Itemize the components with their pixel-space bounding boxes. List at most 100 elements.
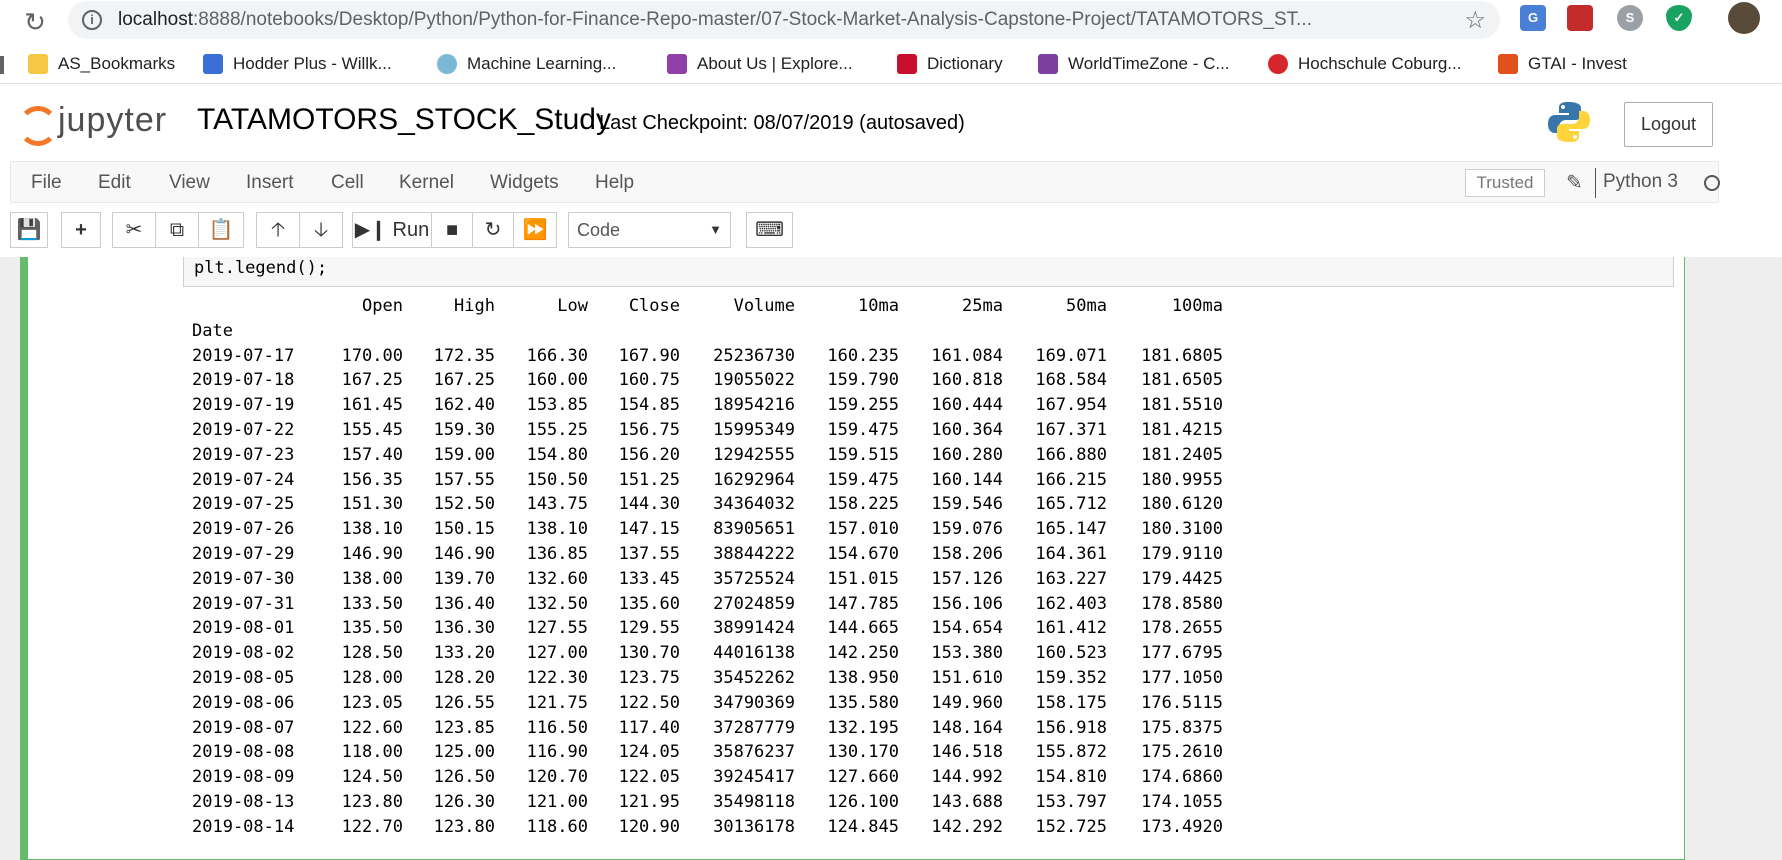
address-bar[interactable]: i localhost:8888/notebooks/Desktop/Pytho… [68, 1, 1500, 39]
bookmark-hochschule-coburg[interactable]: Hochschule Coburg... [1268, 52, 1461, 76]
bookmarks-overflow-edge [0, 56, 4, 74]
cell-type-select[interactable]: Code ▼ [568, 212, 731, 248]
table-row: 2019-08-08 118.00 125.00 116.90 124.05 358762… [192, 740, 1223, 765]
table-cell: 161.45 [341, 395, 403, 416]
google-translate-icon[interactable]: G [1520, 5, 1546, 31]
table-cell: 38844222 [713, 543, 795, 564]
table-cell: 149.960 [931, 692, 1003, 713]
table-cell: 160.818 [931, 370, 1003, 391]
book-extension-icon[interactable] [1567, 5, 1593, 31]
table-cell: 160.280 [931, 444, 1003, 465]
row-date: 2019-07-18 [192, 370, 295, 391]
hodder-icon [203, 54, 223, 74]
table-cell: 139.70 [433, 568, 495, 589]
edit-pencil-icon[interactable]: ✎ [1566, 170, 1583, 195]
logout-button[interactable]: Logout [1624, 102, 1713, 147]
table-cell: 124.50 [341, 767, 403, 788]
table-cell: 152.725 [1035, 816, 1107, 837]
trusted-indicator[interactable]: Trusted [1465, 169, 1545, 197]
gtai-icon [1498, 54, 1518, 74]
table-cell: 151.015 [827, 568, 899, 589]
save-button[interactable]: 💾 [10, 212, 48, 248]
menu-cell[interactable]: Cell [331, 172, 364, 194]
run-icon: ▶❙ [354, 219, 387, 241]
table-cell: 151.25 [618, 469, 680, 490]
jupyter-logo[interactable]: jupyter [16, 100, 167, 146]
interrupt-button[interactable]: ■ [431, 212, 473, 248]
selected-cell[interactable]: plt.legend(); Open High Low Close Volume… [20, 257, 1685, 860]
table-cell: 120.90 [618, 816, 680, 837]
table-cell: 159.00 [433, 444, 495, 465]
about-us-icon [667, 54, 687, 74]
table-cell: 165.712 [1035, 494, 1107, 515]
profile-avatar[interactable] [1728, 2, 1760, 34]
skype-icon[interactable]: S [1617, 5, 1643, 31]
menu-insert[interactable]: Insert [246, 172, 294, 194]
move-up-button[interactable]: 🡡 [256, 212, 300, 248]
bookmark-gtai[interactable]: GTAI - Invest [1498, 52, 1627, 76]
bookmark-dictionary[interactable]: Dictionary [897, 52, 1003, 76]
run-button[interactable]: ▶❙ Run [352, 212, 432, 248]
table-cell: 173.4920 [1141, 816, 1223, 837]
table-cell: 167.90 [618, 345, 680, 366]
url-text[interactable]: localhost:8888/notebooks/Desktop/Python/… [118, 9, 1312, 31]
table-cell: 118.60 [526, 816, 588, 837]
menu-kernel[interactable]: Kernel [399, 172, 454, 194]
bookmark-about-us[interactable]: About Us | Explore... [667, 52, 853, 76]
table-cell: 160.144 [931, 469, 1003, 490]
table-cell: 175.8375 [1141, 717, 1223, 738]
restart-button[interactable]: ↻ [472, 212, 514, 248]
table-cell: 154.654 [931, 618, 1003, 639]
code-input[interactable]: plt.legend(); [183, 257, 1674, 287]
table-cell: 128.50 [341, 643, 403, 664]
bookmark-hodder-plus[interactable]: Hodder Plus - Willk... [203, 52, 392, 76]
table-row: 2019-07-24 156.35 157.55 150.50 151.25 162929… [192, 468, 1223, 493]
menu-help[interactable]: Help [595, 172, 634, 194]
table-cell: 157.126 [931, 568, 1003, 589]
table-cell: 161.412 [1035, 618, 1107, 639]
table-cell: 38991424 [713, 618, 795, 639]
restart-run-all-button[interactable]: ⏩ [513, 212, 557, 248]
reload-icon[interactable]: ↻ [18, 5, 52, 39]
shield-check-icon[interactable]: ✓ [1666, 5, 1692, 31]
table-cell: 146.518 [931, 742, 1003, 763]
info-icon[interactable]: i [82, 10, 102, 30]
cut-button[interactable]: ✂ [112, 212, 156, 248]
table-cell: 132.50 [526, 593, 588, 614]
kernel-name[interactable]: Python 3 [1603, 171, 1678, 193]
bookmark-worldtimezone[interactable]: WorldTimeZone - C... [1038, 52, 1230, 76]
insert-cell-button[interactable]: + [61, 212, 101, 248]
table-cell: 156.106 [931, 593, 1003, 614]
paste-button[interactable]: 📋 [198, 212, 244, 248]
bookmark-as-bookmarks[interactable]: AS_Bookmarks [28, 52, 175, 76]
url-path: :8888/notebooks/Desktop/Python/Python-fo… [193, 9, 1312, 30]
keyboard-shortcuts-button[interactable]: ⌨ [746, 212, 793, 248]
menu-widgets[interactable]: Widgets [490, 172, 559, 194]
table-cell: 166.215 [1035, 469, 1107, 490]
table-cell: 19055022 [713, 370, 795, 391]
copy-button[interactable]: ⧉ [155, 212, 199, 248]
notebook-name[interactable]: TATAMOTORS_STOCK_Study [197, 103, 611, 137]
bookmark-star-icon[interactable]: ☆ [1464, 6, 1486, 35]
table-cell: 174.1055 [1141, 791, 1223, 812]
table-cell: 158.225 [827, 494, 899, 515]
table-cell: 123.75 [618, 667, 680, 688]
chevron-down-icon: ▼ [709, 222, 722, 237]
table-cell: 172.35 [433, 345, 495, 366]
menu-file[interactable]: File [31, 172, 62, 194]
table-cell: 116.90 [526, 742, 588, 763]
row-date: 2019-08-01 [192, 618, 295, 639]
index-name-row: Date [192, 319, 1223, 344]
table-cell: 135.60 [618, 593, 680, 614]
bookmark-machine-learning[interactable]: Machine Learning... [437, 52, 616, 76]
table-cell: 130.170 [827, 742, 899, 763]
column-header: High [454, 296, 495, 316]
table-cell: 159.076 [931, 519, 1003, 540]
bookmark-label: AS_Bookmarks [58, 54, 176, 73]
table-cell: 127.55 [526, 618, 588, 639]
move-down-button[interactable]: 🡣 [299, 212, 343, 248]
menu-view[interactable]: View [169, 172, 210, 194]
table-cell: 138.10 [341, 519, 403, 540]
table-cell: 155.872 [1035, 742, 1107, 763]
menu-edit[interactable]: Edit [98, 172, 131, 194]
